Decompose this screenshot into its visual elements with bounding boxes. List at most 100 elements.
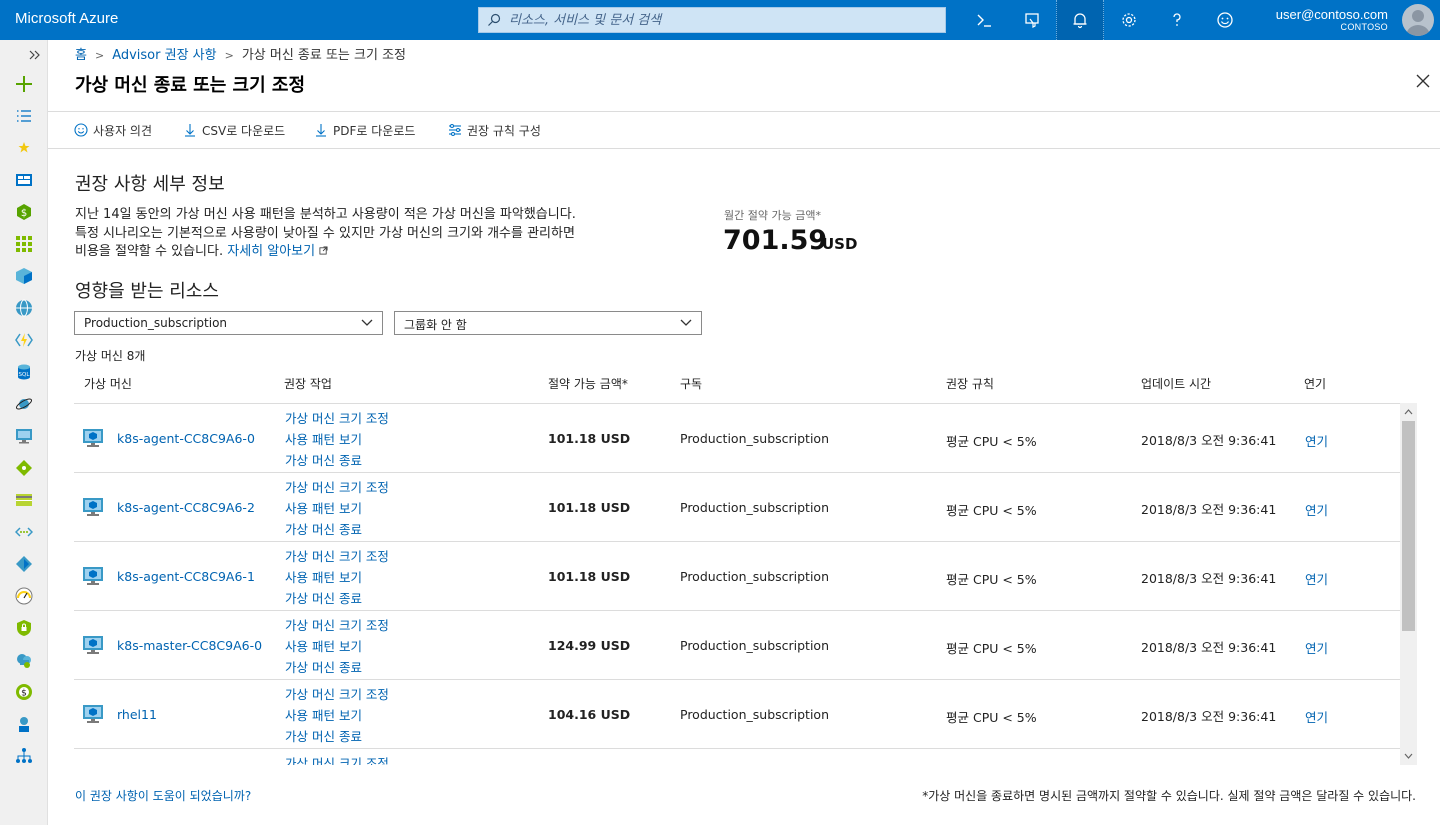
feedback-button[interactable]: 사용자 의견 xyxy=(74,121,152,139)
view-usage-link[interactable]: 사용 패턴 보기 xyxy=(285,498,389,519)
savings-value: 101.18 USD xyxy=(548,569,631,584)
svg-text:$: $ xyxy=(21,208,27,219)
directory-filter-button[interactable] xyxy=(1008,0,1056,40)
recommended-actions: 가상 머신 크기 조정사용 패턴 보기가상 머신 종료 xyxy=(285,408,389,471)
advisor-button[interactable] xyxy=(13,649,35,671)
learn-more-link[interactable]: 자세히 알아보기 xyxy=(227,244,315,259)
view-usage-link[interactable]: 사용 패턴 보기 xyxy=(285,567,389,588)
azure-ad-button[interactable] xyxy=(13,553,35,575)
management-groups-button[interactable] xyxy=(13,745,35,767)
scroll-up-icon[interactable] xyxy=(1404,409,1413,415)
vm-name-link[interactable]: rhel11 xyxy=(117,707,157,722)
grid-icon xyxy=(16,236,32,252)
resize-vm-link[interactable]: 가상 머신 크기 조정 xyxy=(285,477,389,498)
column-header-subscription[interactable]: 구독 xyxy=(680,375,702,392)
load-balancers-button[interactable] xyxy=(13,457,35,479)
resize-vm-link[interactable]: 가상 머신 크기 조정 xyxy=(285,408,389,429)
table-row[interactable]: 가상 머신 크기 조정사용 패턴 보기가상 머신 종료 xyxy=(74,749,1400,765)
resize-vm-link[interactable]: 가상 머신 크기 조정 xyxy=(285,546,389,567)
description-line-text: 비용을 절약할 수 있습니다. xyxy=(75,244,224,259)
postpone-link[interactable]: 연기 xyxy=(1305,638,1328,657)
view-usage-link[interactable]: 사용 패턴 보기 xyxy=(285,705,389,726)
breadcrumb-home[interactable]: 홈 xyxy=(75,48,87,63)
column-header-rule[interactable]: 권장 규칙 xyxy=(946,375,994,392)
all-services-button[interactable] xyxy=(13,105,35,127)
vm-name-link[interactable]: k8s-master-CC8C9A6-0 xyxy=(117,638,262,653)
column-header-action[interactable]: 권장 작업 xyxy=(284,375,332,392)
column-header-postpone[interactable]: 연기 xyxy=(1304,375,1326,392)
helpful-feedback-link[interactable]: 이 권장 사항이 도움이 되었습니까? xyxy=(75,787,251,804)
cosmos-db-button[interactable] xyxy=(13,393,35,415)
subscription-select[interactable]: Production_subscription xyxy=(74,311,383,335)
help-support-button[interactable] xyxy=(13,713,35,735)
breadcrumb-advisor[interactable]: Advisor 권장 사항 xyxy=(112,48,216,63)
dashboard-button[interactable] xyxy=(13,169,35,191)
shutdown-vm-link[interactable]: 가상 머신 종료 xyxy=(285,657,389,678)
resource-cube-button[interactable] xyxy=(13,265,35,287)
cost-management-button[interactable]: $ xyxy=(13,681,35,703)
account-menu[interactable]: user@contoso.com CONTOSO xyxy=(1276,7,1388,32)
monitor-button[interactable] xyxy=(13,585,35,607)
grouping-select[interactable]: 그룹화 안 함 xyxy=(394,311,702,335)
virtual-machines-button[interactable] xyxy=(13,425,35,447)
configure-rules-button[interactable]: 권장 규칙 구성 xyxy=(448,121,541,139)
resource-groups-button[interactable]: $ xyxy=(13,201,35,223)
postpone-link[interactable]: 연기 xyxy=(1305,569,1328,588)
table-row[interactable]: k8s-agent-CC8C9A6-1 가상 머신 크기 조정 사용 패턴 보기 가상… xyxy=(74,542,1400,611)
shutdown-vm-link[interactable]: 가상 머신 종료 xyxy=(285,450,389,471)
postpone-link[interactable]: 연기 xyxy=(1305,500,1328,519)
table-row[interactable]: k8s-agent-CC8C9A6-0 가상 머신 크기 조정 사용 패턴 보기 가상… xyxy=(74,404,1400,473)
rule-value: 평균 CPU < 5% xyxy=(946,641,1037,656)
resize-vm-link[interactable]: 가상 머신 크기 조정 xyxy=(285,684,389,705)
description-line: 비용을 절약할 수 있습니다. 자세히 알아보기 xyxy=(75,243,675,262)
postpone-link[interactable]: 연기 xyxy=(1305,707,1328,726)
postpone-link[interactable]: 연기 xyxy=(1305,431,1328,450)
security-center-button[interactable] xyxy=(13,617,35,639)
brand-name[interactable]: Microsoft Azure xyxy=(15,10,118,27)
column-header-updated[interactable]: 업데이트 시간 xyxy=(1141,375,1211,392)
app-services-button[interactable] xyxy=(13,297,35,319)
feedback-smiley-button[interactable] xyxy=(1201,0,1249,40)
table-row[interactable]: k8s-master-CC8C9A6-0 가상 머신 크기 조정 사용 패턴 보기 가… xyxy=(74,611,1400,680)
vm-count: 가상 머신 8개 xyxy=(75,349,146,363)
expand-sidebar-button[interactable] xyxy=(23,44,45,66)
table-row[interactable]: rhel11 가상 머신 크기 조정 사용 패턴 보기 가상 머신 종료 104.16 … xyxy=(74,680,1400,749)
all-resources-button[interactable] xyxy=(13,233,35,255)
vm-name-link[interactable]: k8s-agent-CC8C9A6-1 xyxy=(117,569,255,584)
shutdown-vm-link[interactable]: 가상 머신 종료 xyxy=(285,588,389,609)
vm-name-link[interactable]: k8s-agent-CC8C9A6-2 xyxy=(117,500,255,515)
search-input[interactable] xyxy=(509,11,929,29)
gear-icon xyxy=(1122,13,1136,27)
view-usage-link[interactable]: 사용 패턴 보기 xyxy=(285,636,389,657)
function-apps-button[interactable] xyxy=(13,329,35,351)
column-header-vm[interactable]: 가상 머신 xyxy=(84,375,132,392)
avatar[interactable] xyxy=(1402,4,1434,36)
download-csv-button[interactable]: CSV로 다운로드 xyxy=(183,121,285,139)
notifications-button[interactable] xyxy=(1056,0,1104,40)
table-row[interactable]: k8s-agent-CC8C9A6-2 가상 머신 크기 조정 사용 패턴 보기 가상… xyxy=(74,473,1400,542)
close-icon[interactable] xyxy=(1414,72,1432,90)
storage-accounts-button[interactable] xyxy=(13,489,35,511)
shutdown-vm-link[interactable]: 가상 머신 종료 xyxy=(285,519,389,540)
vm-name-link[interactable]: k8s-agent-CC8C9A6-0 xyxy=(117,431,255,446)
view-usage-link[interactable]: 사용 패턴 보기 xyxy=(285,429,389,450)
resize-vm-link[interactable]: 가상 머신 크기 조정 xyxy=(285,615,389,636)
settings-button[interactable] xyxy=(1105,0,1153,40)
resize-vm-link[interactable]: 가상 머신 크기 조정 xyxy=(285,753,389,765)
cloud-shell-button[interactable] xyxy=(960,0,1008,40)
list-icon xyxy=(17,110,31,122)
scroll-down-icon[interactable] xyxy=(1404,753,1413,759)
global-search[interactable] xyxy=(478,7,946,33)
filter-icon xyxy=(1025,13,1039,28)
create-resource-button[interactable] xyxy=(13,73,35,95)
help-button[interactable] xyxy=(1153,0,1201,40)
smiley-icon xyxy=(1217,12,1233,28)
download-pdf-button[interactable]: PDF로 다운로드 xyxy=(314,121,415,139)
sql-databases-button[interactable]: SQL xyxy=(13,361,35,383)
virtual-networks-button[interactable] xyxy=(13,521,35,543)
grouping-select-value: 그룹화 안 함 xyxy=(404,318,467,332)
shutdown-vm-link[interactable]: 가상 머신 종료 xyxy=(285,726,389,747)
table-scrollbar[interactable] xyxy=(1400,403,1417,765)
column-header-savings[interactable]: 절약 가능 금액* xyxy=(548,375,628,392)
scrollbar-thumb[interactable] xyxy=(1402,421,1415,631)
